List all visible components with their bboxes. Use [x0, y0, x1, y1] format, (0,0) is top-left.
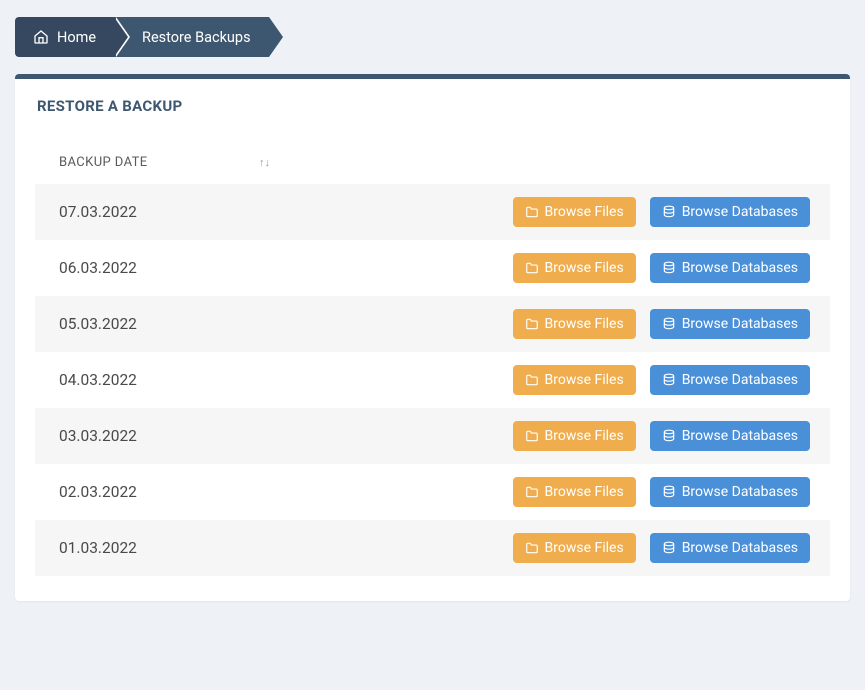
folder-icon — [525, 485, 539, 499]
table-head: BACKUP DATE ↑↓ — [35, 135, 830, 184]
table-container: BACKUP DATE ↑↓ 07.03.2022 Browse Files — [15, 125, 850, 601]
backup-date: 03.03.2022 — [59, 427, 137, 445]
database-icon — [662, 373, 676, 387]
column-label: BACKUP DATE — [59, 155, 148, 170]
backup-date: 07.03.2022 — [59, 203, 137, 221]
row-actions: Browse Files Browse Databases — [513, 309, 810, 339]
database-icon — [662, 317, 676, 331]
home-icon — [33, 29, 49, 45]
folder-icon — [525, 205, 539, 219]
browse-databases-label: Browse Databases — [682, 428, 798, 444]
database-icon — [662, 205, 676, 219]
folder-icon — [525, 261, 539, 275]
database-icon — [662, 429, 676, 443]
browse-files-button[interactable]: Browse Files — [513, 477, 636, 507]
table-row: 07.03.2022 Browse Files Br — [35, 184, 830, 240]
table-row: 01.03.2022 Browse Files Br — [35, 520, 830, 576]
table-body: 07.03.2022 Browse Files Br — [35, 184, 830, 576]
browse-files-label: Browse Files — [545, 316, 624, 332]
browse-files-button[interactable]: Browse Files — [513, 197, 636, 227]
browse-files-label: Browse Files — [545, 484, 624, 500]
row-actions: Browse Files Browse Databases — [513, 253, 810, 283]
row-actions: Browse Files Browse Databases — [513, 421, 810, 451]
column-backup-date[interactable]: BACKUP DATE ↑↓ — [59, 155, 269, 170]
browse-databases-label: Browse Databases — [682, 204, 798, 220]
browse-databases-label: Browse Databases — [682, 484, 798, 500]
row-actions: Browse Files Browse Databases — [513, 365, 810, 395]
browse-databases-label: Browse Databases — [682, 316, 798, 332]
folder-icon — [525, 373, 539, 387]
backup-date: 01.03.2022 — [59, 539, 137, 557]
browse-databases-label: Browse Databases — [682, 540, 798, 556]
browse-databases-button[interactable]: Browse Databases — [650, 477, 810, 507]
folder-icon — [525, 317, 539, 331]
browse-files-button[interactable]: Browse Files — [513, 421, 636, 451]
browse-files-label: Browse Files — [545, 372, 624, 388]
browse-files-label: Browse Files — [545, 540, 624, 556]
folder-icon — [525, 541, 539, 555]
restore-panel: RESTORE A BACKUP BACKUP DATE ↑↓ 07.03.20… — [15, 74, 850, 601]
sort-icon: ↑↓ — [259, 157, 269, 168]
breadcrumb: Home Restore Backups — [15, 17, 850, 57]
backup-date: 06.03.2022 — [59, 259, 137, 277]
browse-files-button[interactable]: Browse Files — [513, 253, 636, 283]
table-row: 04.03.2022 Browse Files Br — [35, 352, 830, 408]
browse-databases-button[interactable]: Browse Databases — [650, 365, 810, 395]
backup-date: 05.03.2022 — [59, 315, 137, 333]
table-row: 02.03.2022 Browse Files Br — [35, 464, 830, 520]
database-icon — [662, 541, 676, 555]
breadcrumb-home-label: Home — [57, 29, 96, 46]
browse-databases-label: Browse Databases — [682, 372, 798, 388]
backup-date: 02.03.2022 — [59, 483, 137, 501]
browse-files-button[interactable]: Browse Files — [513, 533, 636, 563]
browse-databases-button[interactable]: Browse Databases — [650, 197, 810, 227]
folder-icon — [525, 429, 539, 443]
browse-files-label: Browse Files — [545, 260, 624, 276]
backup-date: 04.03.2022 — [59, 371, 137, 389]
browse-databases-button[interactable]: Browse Databases — [650, 253, 810, 283]
breadcrumb-home[interactable]: Home — [15, 17, 114, 57]
browse-databases-button[interactable]: Browse Databases — [650, 421, 810, 451]
browse-files-label: Browse Files — [545, 428, 624, 444]
table-row: 03.03.2022 Browse Files Br — [35, 408, 830, 464]
browse-files-button[interactable]: Browse Files — [513, 365, 636, 395]
breadcrumb-current-label: Restore Backups — [142, 29, 251, 46]
breadcrumb-current[interactable]: Restore Backups — [114, 17, 269, 57]
browse-databases-button[interactable]: Browse Databases — [650, 309, 810, 339]
browse-databases-label: Browse Databases — [682, 260, 798, 276]
database-icon — [662, 261, 676, 275]
row-actions: Browse Files Browse Databases — [513, 477, 810, 507]
row-actions: Browse Files Browse Databases — [513, 197, 810, 227]
table-row: 05.03.2022 Browse Files Br — [35, 296, 830, 352]
browse-databases-button[interactable]: Browse Databases — [650, 533, 810, 563]
row-actions: Browse Files Browse Databases — [513, 533, 810, 563]
browse-files-button[interactable]: Browse Files — [513, 309, 636, 339]
panel-title: RESTORE A BACKUP — [15, 79, 850, 125]
table-row: 06.03.2022 Browse Files Br — [35, 240, 830, 296]
browse-files-label: Browse Files — [545, 204, 624, 220]
database-icon — [662, 485, 676, 499]
